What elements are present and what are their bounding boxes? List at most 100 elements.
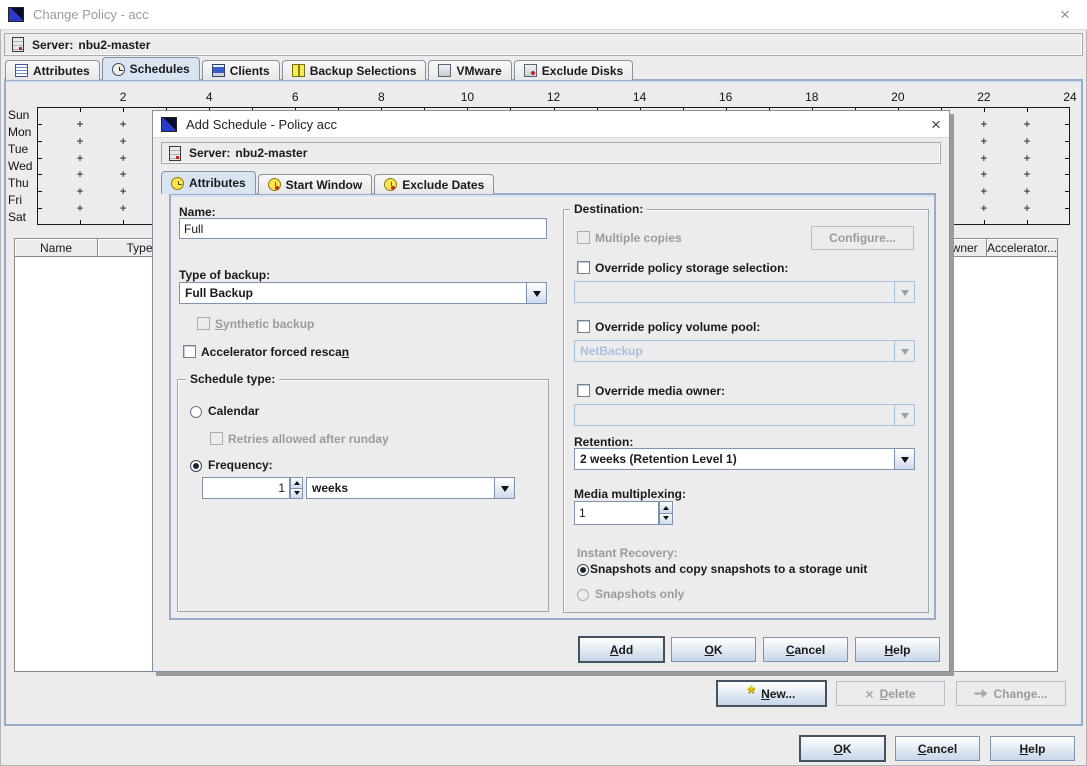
spinner-down-button[interactable] xyxy=(659,514,673,526)
chevron-down-icon xyxy=(894,282,914,302)
new-icon: * xyxy=(748,689,755,699)
exclude-disks-icon xyxy=(524,64,537,77)
snapshots-only-label: Snapshots only xyxy=(595,587,684,601)
override-owner-select[interactable] xyxy=(574,404,915,426)
tab-exclude-disks[interactable]: Exclude Disks xyxy=(514,60,633,80)
change-button[interactable]: Change... xyxy=(956,681,1066,706)
frequency-spinner xyxy=(290,477,303,499)
chevron-down-icon[interactable] xyxy=(894,449,914,469)
column-header-name[interactable]: Name xyxy=(15,239,98,257)
override-pool-select[interactable]: NetBackup xyxy=(574,340,915,362)
multiple-copies-label: Multiple copies xyxy=(595,231,682,245)
tab-label: Backup Selections xyxy=(310,64,417,78)
tab-attributes[interactable]: Attributes xyxy=(161,171,256,194)
button-label: OK xyxy=(704,643,722,657)
cancel-button[interactable]: Cancel xyxy=(895,736,980,761)
retention-label: Retention: xyxy=(574,435,633,449)
tab-start-window[interactable]: Start Window xyxy=(258,174,373,194)
cancel-button[interactable]: Cancel xyxy=(763,637,848,662)
add-button[interactable]: Add xyxy=(579,637,664,662)
calendar-label: Calendar xyxy=(208,404,259,418)
override-storage-checkbox[interactable] xyxy=(577,261,590,274)
tab-backup-selections[interactable]: Backup Selections xyxy=(282,60,427,80)
server-label: Server: xyxy=(189,146,230,160)
button-label: OK xyxy=(833,742,851,756)
backup-selections-icon xyxy=(292,64,305,77)
change-policy-window: Change Policy - acc × Server: nbu2-maste… xyxy=(0,0,1087,766)
snapshots-and-copy-radio[interactable] xyxy=(577,564,589,576)
retention-select[interactable]: 2 weeks (Retention Level 1) xyxy=(574,448,915,470)
button-label: New... xyxy=(761,687,795,701)
help-button[interactable]: Help xyxy=(855,637,940,662)
window-title: Change Policy - acc xyxy=(33,7,149,22)
frequency-label: Frequency: xyxy=(208,458,273,472)
tab-vmware[interactable]: VMware xyxy=(428,60,511,80)
tab-label: Attributes xyxy=(189,176,246,190)
clients-icon xyxy=(212,64,225,77)
button-label: Configure... xyxy=(829,231,896,245)
accelerator-forced-rescan-label: Accelerator forced rescan xyxy=(201,345,349,359)
window-icon xyxy=(8,7,24,22)
tab-clients[interactable]: Clients xyxy=(202,60,280,80)
media-multiplexing-label: Media multiplexing: xyxy=(574,487,686,501)
tab-label: VMware xyxy=(456,64,501,78)
ok-button[interactable]: OK xyxy=(671,637,756,662)
frequency-radio[interactable] xyxy=(190,460,202,472)
accelerator-forced-rescan-checkbox[interactable] xyxy=(183,345,196,358)
server-icon xyxy=(12,37,24,52)
vmware-icon xyxy=(438,64,451,77)
dialog-server-bar: Server: nbu2-master xyxy=(161,142,941,164)
schedules-icon xyxy=(112,63,125,76)
spinner-up-button[interactable] xyxy=(659,501,673,514)
name-label: Name: xyxy=(179,205,216,219)
snapshots-and-copy-label: Snapshots and copy snapshots to a storag… xyxy=(590,562,867,576)
synthetic-backup-checkbox[interactable] xyxy=(197,317,210,330)
override-storage-select[interactable] xyxy=(574,281,915,303)
button-label: Add xyxy=(610,643,633,657)
frequency-value-input[interactable] xyxy=(202,477,290,499)
close-icon[interactable]: × xyxy=(1057,8,1073,24)
schedule-type-group: Schedule type: Calendar Retries allowed … xyxy=(177,379,549,612)
tab-label: Exclude Disks xyxy=(542,64,623,78)
synthetic-backup-label: Synthetic backup xyxy=(215,317,314,331)
calendar-radio[interactable] xyxy=(190,406,202,418)
tab-label: Attributes xyxy=(33,64,90,78)
close-icon[interactable]: × xyxy=(928,118,944,134)
override-owner-label: Override media owner: xyxy=(595,384,725,398)
ok-button[interactable]: OK xyxy=(800,736,885,761)
configure-button[interactable]: Configure... xyxy=(811,226,914,250)
type-of-backup-select[interactable]: Full Backup xyxy=(179,282,547,304)
snapshots-only-radio[interactable] xyxy=(577,589,589,601)
override-storage-label: Override policy storage selection: xyxy=(595,261,788,275)
attributes-icon xyxy=(171,177,184,190)
attributes-icon xyxy=(15,64,28,77)
chevron-down-icon[interactable] xyxy=(494,478,514,498)
media-multiplexing-input[interactable] xyxy=(574,501,659,525)
new-button[interactable]: * New... xyxy=(717,681,826,706)
override-pool-checkbox[interactable] xyxy=(577,320,590,333)
name-input[interactable] xyxy=(179,218,547,239)
tab-attributes[interactable]: Attributes xyxy=(5,60,100,80)
tab-label: Exclude Dates xyxy=(402,178,484,192)
button-label: Change... xyxy=(993,687,1047,701)
delete-button[interactable]: × Delete xyxy=(836,681,945,706)
column-header-accelerator[interactable]: Accelerator... xyxy=(987,239,1057,257)
chevron-down-icon[interactable] xyxy=(526,283,546,303)
retries-allowed-checkbox[interactable] xyxy=(210,432,223,445)
button-label: Help xyxy=(884,643,910,657)
override-owner-checkbox[interactable] xyxy=(577,384,590,397)
frequency-unit-select[interactable]: weeks xyxy=(306,477,515,499)
retries-allowed-label: Retries allowed after runday xyxy=(228,432,389,446)
multiple-copies-checkbox[interactable] xyxy=(577,231,590,244)
main-server-bar: Server: nbu2-master xyxy=(4,33,1083,56)
destination-group: Destination: Multiple copies Configure..… xyxy=(563,209,929,613)
window-icon xyxy=(161,117,177,132)
tab-exclude-dates[interactable]: Exclude Dates xyxy=(374,174,494,194)
server-icon xyxy=(169,146,181,161)
spinner-down-button[interactable] xyxy=(290,489,303,500)
spinner-up-button[interactable] xyxy=(290,477,303,489)
help-button[interactable]: Help xyxy=(990,736,1075,761)
type-of-backup-label: Type of backup: xyxy=(179,268,270,282)
tab-schedules[interactable]: Schedules xyxy=(102,57,200,80)
tab-label: Start Window xyxy=(286,178,363,192)
